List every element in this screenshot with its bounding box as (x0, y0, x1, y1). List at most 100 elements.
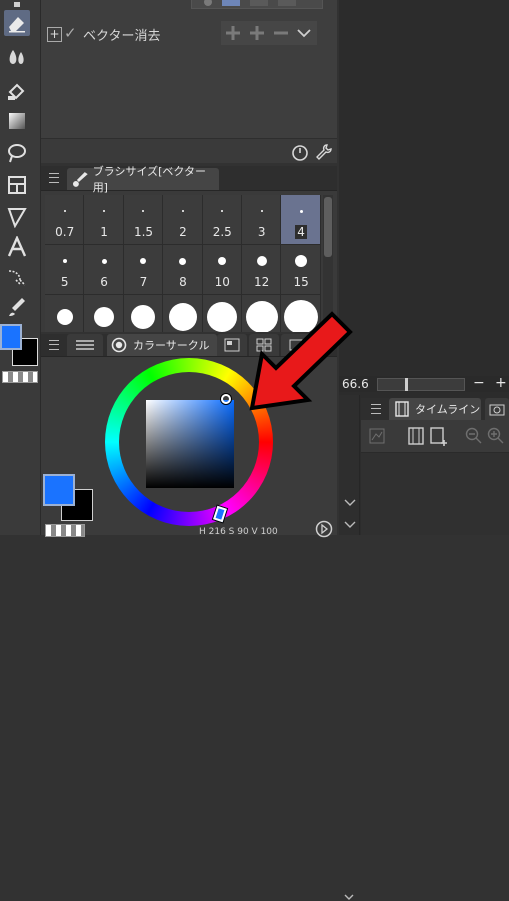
brush-size-cell[interactable] (45, 295, 85, 332)
chevron-down-icon[interactable] (344, 893, 354, 901)
brush-size-cell[interactable] (123, 295, 164, 332)
panel-menu-icon[interactable] (49, 340, 59, 350)
brush-size-cell[interactable]: 7 (123, 245, 164, 295)
timeline-frames-icon[interactable] (407, 427, 425, 445)
brush-size-value: 0.7 (55, 225, 75, 239)
brush-size-dot (103, 210, 106, 212)
blend-tool-icon[interactable] (4, 44, 30, 70)
transparent-color-swatch[interactable] (45, 524, 85, 537)
color-circle-tab-label: カラーサークル (133, 339, 210, 352)
zoom-in-button[interactable]: + (495, 375, 507, 391)
ruler-tool-icon[interactable] (4, 204, 30, 230)
balloon-tool-icon[interactable] (4, 264, 30, 290)
tab-color-slider[interactable] (67, 334, 103, 356)
panel-menu-icon[interactable] (49, 173, 59, 183)
enable-checkbox[interactable]: ✓ (64, 24, 77, 42)
chevron-down-icon[interactable] (344, 520, 356, 529)
chevron-down-icon[interactable] (297, 27, 311, 39)
brush-size-tabbar: ブラシサイズ[ベクター用] (41, 165, 337, 194)
zoom-out-button[interactable]: − (473, 375, 485, 391)
play-icon[interactable] (315, 520, 333, 538)
brush-size-cell[interactable]: 2 (163, 195, 203, 245)
brush-size-value: 2 (179, 225, 187, 239)
tool-palette (0, 0, 41, 535)
brush-size-cell[interactable]: 1.5 (123, 195, 164, 245)
zoom-slider-thumb[interactable] (405, 378, 408, 391)
brush-size-cell[interactable]: 0.7 (45, 195, 85, 245)
brush-size-cell[interactable]: 2.5 (202, 195, 242, 245)
red-arrow-annotation (249, 311, 353, 411)
remove-icon[interactable] (273, 25, 289, 41)
brush-size-cell[interactable]: 10 (202, 245, 242, 295)
brush-scrollbar-thumb[interactable] (324, 197, 332, 257)
brush-size-dot (140, 258, 147, 264)
brush-size-tab[interactable]: ブラシサイズ[ベクター用] (67, 165, 219, 194)
fill-tool-icon[interactable] (4, 78, 30, 104)
brush-size-value: 7 (139, 275, 148, 289)
sv-picker-handle[interactable] (221, 394, 231, 404)
brush-size-label: 2 (163, 225, 202, 239)
grid-icon (224, 338, 240, 352)
brush-size-label: 12 (242, 275, 281, 289)
main-color-swatch[interactable] (43, 474, 75, 506)
panel-menu-icon[interactable] (371, 404, 381, 414)
brush-size-cell[interactable]: 8 (163, 245, 203, 295)
brush-size-label: 0.7 (45, 225, 84, 239)
brush-icon (72, 172, 88, 187)
brush-size-cell[interactable]: 5 (45, 245, 85, 295)
wrench-icon[interactable] (315, 143, 333, 161)
brush-size-label: 1 (84, 225, 123, 239)
brush-size-cell[interactable]: 1 (84, 195, 124, 245)
tab-camera[interactable] (485, 398, 509, 420)
brush-size-value: 2.5 (212, 225, 232, 239)
vector-erase-row[interactable]: + ✓ ベクター消去 (45, 18, 321, 48)
eraser-tool-icon[interactable] (4, 10, 30, 36)
brush-size-dot (168, 303, 197, 331)
brush-size-value: 4 (295, 225, 307, 239)
graph-icon[interactable] (369, 428, 385, 444)
text-tool-icon[interactable] (4, 234, 30, 260)
brush-size-cell[interactable]: 4 (281, 195, 321, 245)
brush-size-dot (256, 256, 267, 266)
zoom-in-icon[interactable] (487, 427, 505, 445)
gauge-icon[interactable] (291, 143, 309, 161)
brush-size-cell[interactable]: 6 (84, 245, 124, 295)
brush-size-dot (299, 209, 303, 213)
expand-toggle-icon[interactable]: + (47, 27, 62, 42)
brush-size-dot (207, 302, 238, 332)
new-animation-cel-icon[interactable] (429, 427, 449, 447)
zoom-slider[interactable] (377, 378, 465, 391)
brush-size-dot (94, 307, 115, 327)
saturation-value-square[interactable] (146, 400, 234, 488)
navigator-zoom-bar: 66.6 − + (339, 375, 509, 392)
right-dock: 66.6 − + タイムライン (339, 0, 509, 900)
camera-icon (489, 404, 505, 416)
brush-size-cell[interactable] (84, 295, 124, 332)
vector-erase-label: ベクター消去 (83, 29, 161, 44)
zoom-out-icon[interactable] (465, 427, 483, 445)
brush-size-cell[interactable]: 3 (242, 195, 282, 245)
brush-size-label: 10 (203, 275, 242, 289)
toolbar-transparent-color[interactable] (2, 371, 38, 383)
timeline-tab-label: タイムライン (415, 403, 481, 416)
brush-size-cell[interactable]: 12 (242, 245, 282, 295)
brush-size-label: 4 (281, 225, 320, 239)
correction-tool-icon[interactable] (4, 294, 30, 320)
add-icon[interactable] (225, 25, 241, 41)
frame-tool-icon[interactable] (4, 172, 30, 198)
brush-scrollbar[interactable] (323, 195, 333, 329)
brush-size-tab-label: ブラシサイズ[ベクター用] (92, 165, 206, 194)
tab-color-circle[interactable]: カラーサークル (107, 334, 217, 356)
timeline-tab[interactable]: タイムライン (389, 398, 481, 420)
lasso-tool-icon[interactable] (4, 140, 30, 166)
brush-size-cell[interactable]: 15 (281, 245, 321, 295)
layer-panel: + ✓ ベクター消去 (41, 0, 337, 163)
add-icon[interactable] (249, 25, 265, 41)
brush-size-cell[interactable] (202, 295, 242, 332)
chevron-down-icon[interactable] (344, 498, 356, 507)
brush-size-value: 1.5 (133, 225, 154, 239)
brush-size-cell[interactable] (163, 295, 203, 332)
toolbar-main-color[interactable] (0, 324, 22, 350)
timeline-track-area[interactable] (361, 453, 509, 535)
gradient-tool-icon[interactable] (4, 108, 30, 134)
